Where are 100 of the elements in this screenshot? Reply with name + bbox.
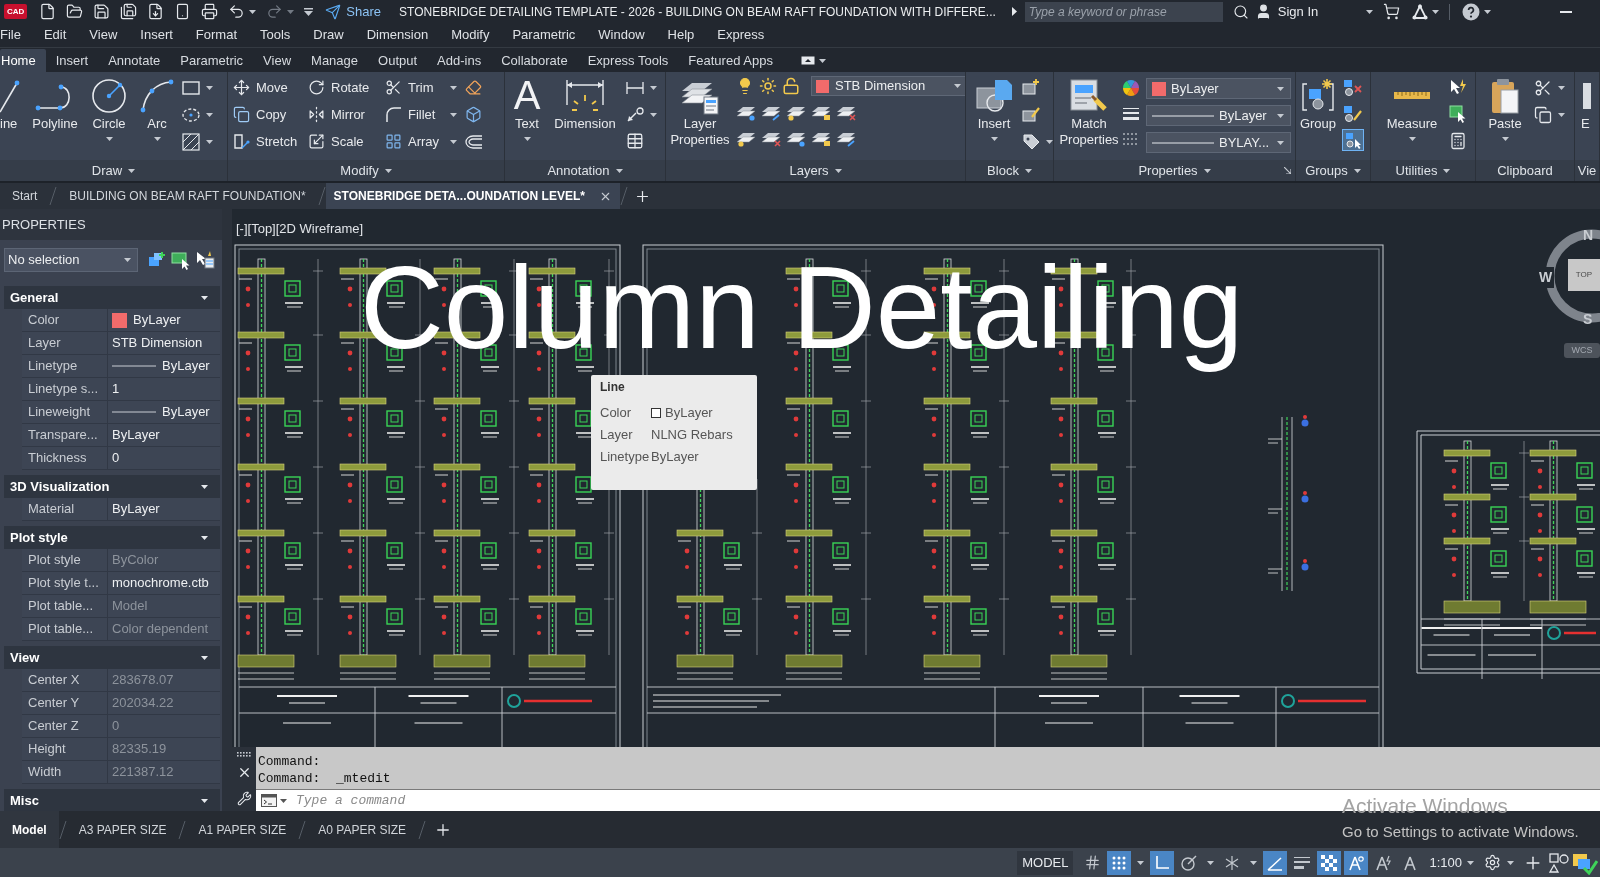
panel-menu-button[interactable]: Utilities	[1371, 160, 1475, 181]
document-tab[interactable]: Start	[0, 183, 50, 209]
folder-icon[interactable]	[66, 3, 84, 20]
eraser-icon[interactable]	[465, 79, 482, 96]
property-value[interactable]: 0	[108, 447, 220, 470]
status-toggle[interactable]	[1317, 850, 1342, 875]
linetype-dropdown[interactable]: BYLAY...	[1146, 132, 1291, 153]
cursor-square-icon[interactable]	[1449, 105, 1467, 123]
command-input-field[interactable]: Type a command	[296, 791, 1196, 810]
copy-clip-button[interactable]	[1534, 105, 1565, 124]
app-logo[interactable]: CAD	[4, 4, 28, 19]
trim-button[interactable]: Trim	[385, 75, 465, 100]
menu-item[interactable]: Insert	[140, 25, 173, 45]
annotation-scale-button[interactable]: 1:100	[1425, 850, 1478, 875]
color-dropdown[interactable]: ByLayer	[1146, 78, 1291, 99]
save-icon[interactable]	[93, 3, 111, 20]
ribbon-tab[interactable]: View	[253, 49, 302, 72]
mirror-button[interactable]: Mirror	[308, 102, 385, 127]
table-icon[interactable]	[626, 132, 644, 150]
search-field[interactable]: Type a keyword or phrase	[1024, 1, 1223, 22]
layer-properties-button[interactable]: Layer Properties	[668, 75, 732, 148]
polyline-button[interactable]: Polyline	[28, 75, 82, 132]
status-toggle[interactable]	[1263, 850, 1288, 875]
attribute-button[interactable]	[1022, 132, 1053, 151]
menu-item[interactable]: Parametric	[512, 25, 576, 45]
group-selection-toggle[interactable]	[1342, 129, 1364, 151]
grip-icon[interactable]	[236, 752, 252, 757]
panel-menu-button[interactable]: Layers	[666, 160, 965, 181]
measure-button[interactable]: Measure	[1381, 75, 1443, 141]
document-tab[interactable]: BUILDING ON BEAM RAFT FOUNDATION*	[57, 183, 318, 209]
ribbon-tab[interactable]: Express Tools	[577, 49, 679, 72]
layout-tab[interactable]: A1 PAPER SIZE	[186, 811, 299, 848]
stretch-button[interactable]: Stretch	[233, 129, 308, 154]
share-button[interactable]: Share	[325, 1, 382, 22]
rotate-button[interactable]: Rotate	[308, 75, 385, 100]
ribbon-tab[interactable]: Manage	[301, 49, 369, 72]
menu-item[interactable]: Help	[667, 25, 695, 45]
arc-button[interactable]: Arc	[138, 75, 176, 141]
document-tab[interactable]: STONEBRIDGE DETA...OUNDATION LEVEL*	[325, 183, 620, 209]
cursor-list-icon[interactable]	[195, 250, 215, 270]
lock-icon[interactable]	[782, 77, 800, 95]
menu-item[interactable]: File	[0, 25, 21, 45]
calculator-icon[interactable]	[1449, 132, 1467, 150]
rectangle-button[interactable]	[182, 78, 213, 97]
circle-button[interactable]: Circle	[88, 75, 130, 141]
panel-menu-button[interactable]: Properties	[1054, 160, 1295, 181]
scale-button[interactable]: Scale	[308, 129, 385, 154]
ribbon-tab[interactable]: Featured Apps	[678, 49, 783, 72]
ribbon-tab[interactable]: Home	[0, 49, 46, 72]
shapes-pencil-icon[interactable]	[1342, 103, 1362, 123]
redo-button[interactable]	[266, 3, 295, 20]
text-button[interactable]: A Text	[508, 75, 546, 141]
viewcube-face[interactable]: TOP	[1568, 259, 1600, 291]
status-toggle[interactable]	[1150, 850, 1175, 875]
property-value[interactable]: ByLayer	[108, 355, 220, 378]
ribbon-display-button[interactable]	[800, 56, 826, 65]
minimize-icon[interactable]	[1560, 10, 1572, 13]
ribbon-tab[interactable]: Insert	[45, 49, 99, 72]
status-toggle[interactable]	[1107, 850, 1132, 875]
layer-dropdown[interactable]: STB Dimension	[811, 76, 965, 96]
move-button[interactable]: Move	[233, 75, 308, 100]
view-tool-button[interactable]: E	[1581, 75, 1595, 132]
dimension-button[interactable]: Dimension	[548, 75, 622, 132]
menu-item[interactable]: Tools	[260, 25, 291, 45]
ribbon-tab[interactable]: Annotate	[98, 49, 171, 72]
offset-icon[interactable]	[465, 133, 483, 150]
lineweight-icon[interactable]	[1122, 106, 1140, 122]
dashed-lines-icon[interactable]	[1122, 131, 1140, 147]
hatch-button[interactable]	[182, 132, 213, 151]
menu-item[interactable]: Draw	[313, 25, 344, 45]
ribbon-tab[interactable]: Collaborate	[491, 49, 578, 72]
menu-item[interactable]: Express	[717, 25, 765, 45]
section-header[interactable]: Misc	[4, 789, 220, 811]
menu-item[interactable]: Edit	[43, 25, 67, 45]
right-triangle-icon[interactable]	[1011, 7, 1017, 16]
layout-tab[interactable]: A3 PAPER SIZE	[66, 811, 179, 848]
menu-item[interactable]: Format	[195, 25, 237, 45]
shapes-cross-icon[interactable]	[1342, 77, 1362, 97]
menu-item[interactable]: Window	[598, 25, 645, 45]
cut-button[interactable]	[1534, 78, 1565, 97]
section-header[interactable]: Plot style	[4, 526, 220, 549]
layout-tab[interactable]: A0 PAPER SIZE	[306, 811, 419, 848]
panel-menu-button[interactable]: Draw	[0, 160, 227, 181]
menu-item[interactable]: Dimension	[366, 25, 429, 45]
help-button[interactable]	[1462, 2, 1492, 21]
sign-in-button[interactable]: Sign In	[1277, 1, 1374, 22]
ellipse-button[interactable]	[182, 105, 213, 124]
property-value[interactable]: ByLayer	[108, 424, 220, 447]
match-properties-button[interactable]: Match Properties	[1058, 75, 1120, 148]
property-value[interactable]: STB Dimension	[108, 332, 220, 355]
ribbon-tab[interactable]: Add-ins	[427, 49, 492, 72]
insert-button[interactable]: Insert	[972, 75, 1016, 141]
connect-button[interactable]	[1412, 3, 1440, 20]
menu-item[interactable]: Modify	[451, 25, 490, 45]
section-header[interactable]: General	[4, 286, 220, 309]
panel-menu-button[interactable]: Modify	[228, 160, 504, 181]
status-toggle[interactable]	[1344, 850, 1369, 875]
selection-dropdown[interactable]: No selection	[4, 248, 138, 272]
cursor-lightning-icon[interactable]	[1449, 78, 1467, 96]
ribbon-tab[interactable]: Parametric	[170, 49, 254, 72]
